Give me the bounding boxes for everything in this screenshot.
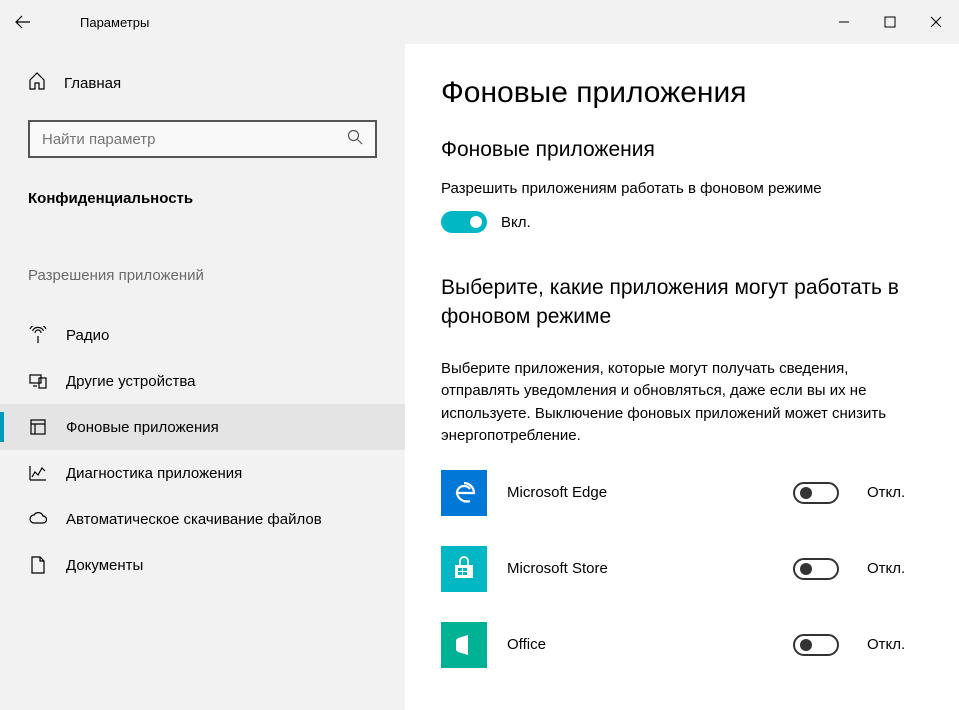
- sidebar: Главная Конфиденциальность Разрешения пр…: [0, 44, 405, 710]
- app-toggle-label: Откл.: [867, 636, 905, 653]
- radio-icon: [28, 326, 48, 344]
- app-toggle-office[interactable]: [793, 634, 839, 656]
- sidebar-item-label: Автоматическое скачивание файлов: [66, 511, 322, 528]
- master-toggle-label: Вкл.: [501, 214, 531, 231]
- sidebar-category: Конфиденциальность: [0, 180, 405, 217]
- sidebar-item-radio[interactable]: Радио: [0, 312, 405, 358]
- maximize-button[interactable]: [867, 0, 913, 44]
- search-icon: [347, 129, 363, 150]
- main-content: Фоновые приложения Фоновые приложения Ра…: [405, 44, 959, 710]
- office-icon: [441, 622, 487, 668]
- app-name: Microsoft Store: [507, 560, 793, 577]
- app-row-office: Office Откл.: [441, 622, 923, 668]
- master-toggle[interactable]: [441, 211, 487, 233]
- app-name: Office: [507, 636, 793, 653]
- app-toggle-store[interactable]: [793, 558, 839, 580]
- close-icon: [930, 16, 942, 28]
- arrow-left-icon: [15, 14, 31, 30]
- sidebar-item-label: Другие устройства: [66, 373, 195, 390]
- toggle-knob: [470, 216, 482, 228]
- choose-body-text: Выберите приложения, которые могут получ…: [441, 358, 923, 448]
- sidebar-item-auto-downloads[interactable]: Автоматическое скачивание файлов: [0, 496, 405, 542]
- sidebar-item-label: Документы: [66, 557, 143, 574]
- sidebar-item-background-apps[interactable]: Фоновые приложения: [0, 404, 405, 450]
- master-toggle-row: Вкл.: [441, 211, 923, 233]
- search-box[interactable]: [28, 120, 377, 158]
- sidebar-item-app-diagnostics[interactable]: Диагностика приложения: [0, 450, 405, 496]
- sidebar-item-label: Радио: [66, 327, 109, 344]
- sidebar-item-other-devices[interactable]: Другие устройства: [0, 358, 405, 404]
- minimize-button[interactable]: [821, 0, 867, 44]
- toggle-knob: [800, 487, 812, 499]
- window-title: Параметры: [80, 15, 149, 30]
- cloud-download-icon: [28, 510, 48, 528]
- app-toggle-label: Откл.: [867, 484, 905, 501]
- window-controls: [821, 0, 959, 44]
- back-button[interactable]: [0, 0, 46, 44]
- titlebar: Параметры: [0, 0, 959, 44]
- sidebar-item-documents[interactable]: Документы: [0, 542, 405, 588]
- app-name: Microsoft Edge: [507, 484, 793, 501]
- close-button[interactable]: [913, 0, 959, 44]
- app-toggle-edge[interactable]: [793, 482, 839, 504]
- sidebar-home[interactable]: Главная: [0, 62, 405, 104]
- maximize-icon: [884, 16, 896, 28]
- minimize-icon: [838, 16, 850, 28]
- app-row-edge: Microsoft Edge Откл.: [441, 470, 923, 516]
- section-heading-choose: Выберите, какие приложения могут работат…: [441, 273, 923, 332]
- sidebar-item-label: Фоновые приложения: [66, 419, 219, 436]
- diagnostics-icon: [28, 464, 48, 482]
- toggle-knob: [800, 639, 812, 651]
- section-heading-background: Фоновые приложения: [441, 138, 923, 162]
- sidebar-home-label: Главная: [64, 75, 121, 92]
- search-input[interactable]: [42, 131, 347, 148]
- home-icon: [28, 72, 46, 94]
- background-apps-icon: [28, 418, 48, 436]
- edge-icon: [441, 470, 487, 516]
- sidebar-section-title: Разрешения приложений: [0, 257, 405, 294]
- devices-icon: [28, 372, 48, 390]
- documents-icon: [28, 556, 48, 574]
- store-icon: [441, 546, 487, 592]
- toggle-knob: [800, 563, 812, 575]
- app-row-store: Microsoft Store Откл.: [441, 546, 923, 592]
- sidebar-item-label: Диагностика приложения: [66, 465, 242, 482]
- app-toggle-label: Откл.: [867, 560, 905, 577]
- allow-background-text: Разрешить приложениям работать в фоновом…: [441, 180, 923, 197]
- page-title: Фоновые приложения: [441, 76, 923, 110]
